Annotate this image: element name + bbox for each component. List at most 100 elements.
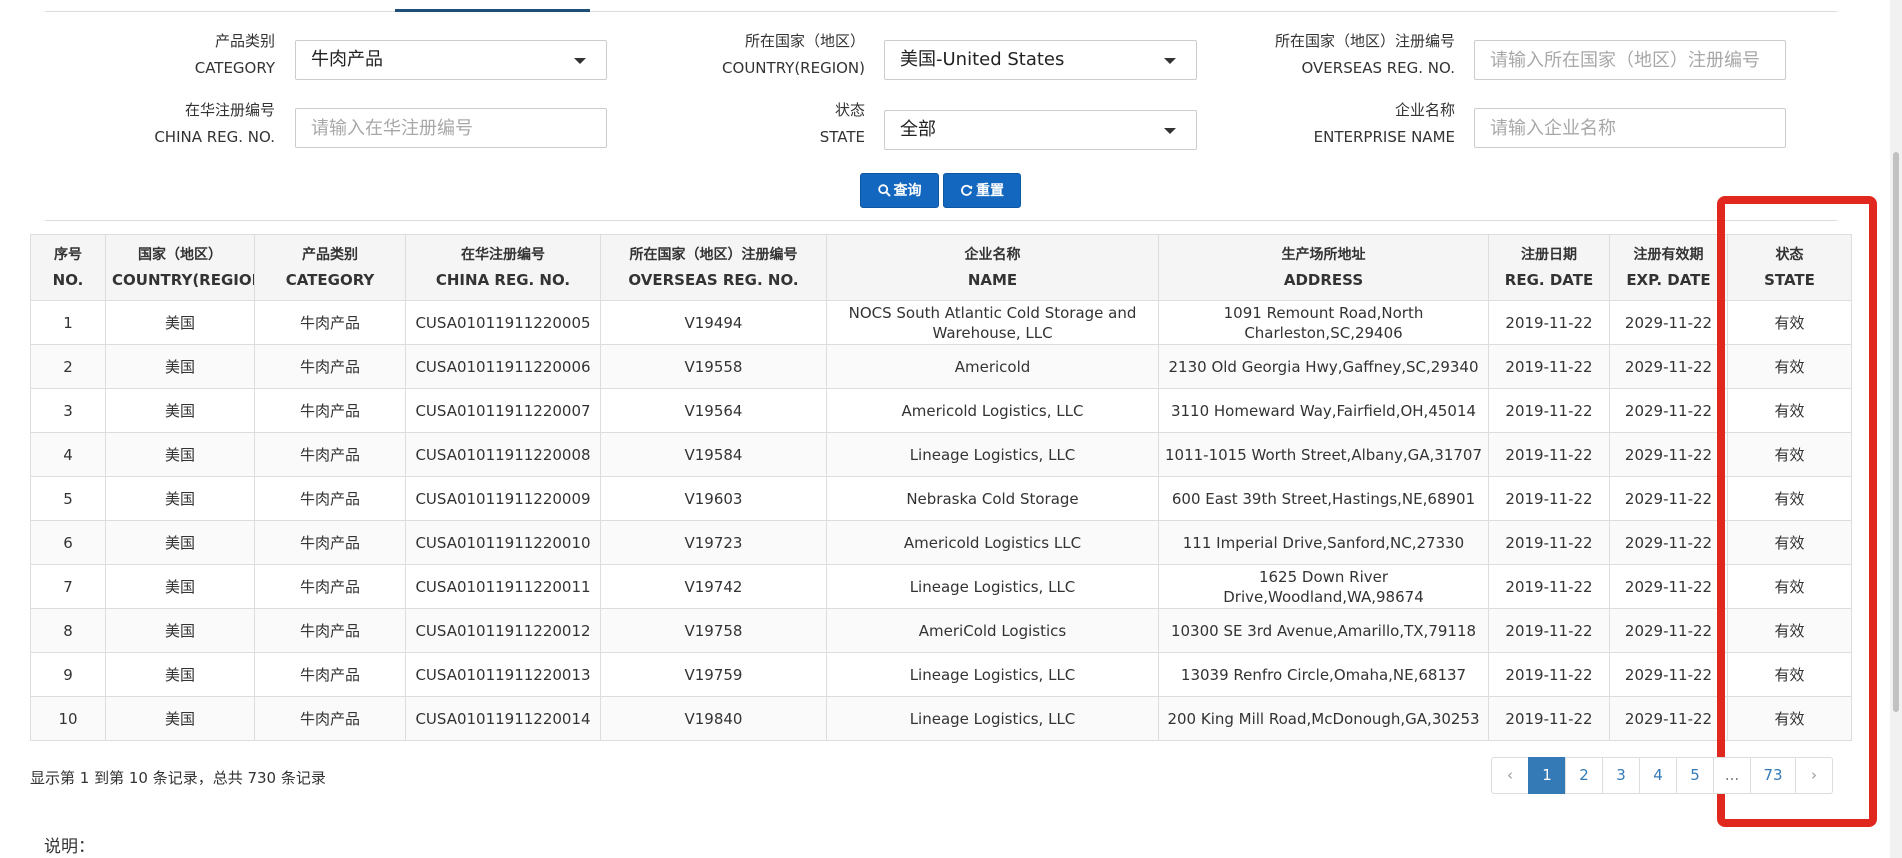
cell-overseas-reg: V19758 bbox=[600, 608, 827, 653]
table-row[interactable]: 5 美国 牛肉产品 CUSA01011911220009 V19603 Nebr… bbox=[30, 476, 1852, 521]
header-category[interactable]: 产品类别 CATEGORY bbox=[254, 234, 406, 301]
china-reg-label-en: CHINA REG. NO. bbox=[154, 128, 275, 146]
table-row[interactable]: 8 美国 牛肉产品 CUSA01011911220012 V19758 Amer… bbox=[30, 608, 1852, 653]
pager-prev-button[interactable]: ‹ bbox=[1491, 757, 1529, 794]
header-country[interactable]: 国家（地区） COUNTRY(REGION) bbox=[105, 234, 255, 301]
cell-reg-date: 2019-11-22 bbox=[1488, 344, 1610, 389]
cell-name: Nebraska Cold Storage bbox=[826, 476, 1159, 521]
header-overseas-reg-zh: 所在国家（地区）注册编号 bbox=[629, 246, 798, 263]
enterprise-input[interactable] bbox=[1474, 108, 1786, 148]
cell-country: 美国 bbox=[105, 696, 255, 741]
cell-no: 5 bbox=[30, 476, 106, 521]
cell-category: 牛肉产品 bbox=[254, 520, 406, 565]
cell-state: 有效 bbox=[1727, 476, 1852, 521]
header-no-zh: 序号 bbox=[54, 246, 82, 263]
cell-address: 13039 Renfro Circle,Omaha,NE,68137 bbox=[1158, 652, 1489, 697]
header-state[interactable]: 状态 STATE bbox=[1727, 234, 1852, 301]
cell-reg-date: 2019-11-22 bbox=[1488, 432, 1610, 477]
cell-address: 1011-1015 Worth Street,Albany,GA,31707 bbox=[1158, 432, 1489, 477]
pager-page-last[interactable]: 73 bbox=[1750, 757, 1796, 794]
cell-country: 美国 bbox=[105, 608, 255, 653]
pager-page-5[interactable]: 5 bbox=[1676, 757, 1714, 794]
china-reg-input[interactable] bbox=[295, 108, 607, 148]
header-country-zh: 国家（地区） bbox=[138, 246, 222, 263]
header-reg-date[interactable]: 注册日期 REG. DATE bbox=[1488, 234, 1610, 301]
country-label-en: COUNTRY(REGION) bbox=[722, 59, 865, 77]
cell-no: 3 bbox=[30, 388, 106, 433]
pager-next-button[interactable]: › bbox=[1795, 757, 1833, 794]
pager-page-4[interactable]: 4 bbox=[1639, 757, 1677, 794]
cell-china-reg: CUSA01011911220009 bbox=[405, 476, 601, 521]
header-state-zh: 状态 bbox=[1775, 246, 1804, 263]
category-select[interactable]: 牛肉产品 bbox=[295, 40, 607, 80]
cell-state: 有效 bbox=[1727, 564, 1852, 609]
cell-address: 10300 SE 3rd Avenue,Amarillo,TX,79118 bbox=[1158, 608, 1489, 653]
state-label: 状态 STATE bbox=[820, 97, 865, 151]
search-icon bbox=[877, 184, 891, 197]
header-address[interactable]: 生产场所地址 ADDRESS bbox=[1158, 234, 1489, 301]
category-select-value: 牛肉产品 bbox=[311, 49, 383, 70]
cell-country: 美国 bbox=[105, 476, 255, 521]
pager-page-2[interactable]: 2 bbox=[1565, 757, 1603, 794]
cell-country: 美国 bbox=[105, 564, 255, 609]
table-row[interactable]: 4 美国 牛肉产品 CUSA01011911220008 V19584 Line… bbox=[30, 432, 1852, 477]
caret-down-icon bbox=[1164, 58, 1176, 64]
header-name[interactable]: 企业名称 NAME bbox=[826, 234, 1159, 301]
query-button[interactable]: 查询 bbox=[860, 173, 939, 208]
header-exp-date-zh: 注册有效期 bbox=[1633, 246, 1704, 263]
overseas-reg-input[interactable] bbox=[1474, 40, 1786, 80]
caret-down-icon bbox=[574, 58, 586, 64]
table-row[interactable]: 10 美国 牛肉产品 CUSA01011911220014 V19840 Lin… bbox=[30, 696, 1852, 741]
cell-reg-date: 2019-11-22 bbox=[1488, 520, 1610, 565]
cell-exp-date: 2029-11-22 bbox=[1609, 432, 1728, 477]
cell-name: Lineage Logistics, LLC bbox=[826, 652, 1159, 697]
cell-name: Lineage Logistics, LLC bbox=[826, 696, 1159, 741]
state-select[interactable]: 全部 bbox=[884, 110, 1197, 150]
cell-reg-date: 2019-11-22 bbox=[1488, 564, 1610, 609]
header-china-reg-en: CHINA REG. NO. bbox=[435, 270, 571, 289]
notes-title: 说明： bbox=[44, 837, 95, 857]
reset-button[interactable]: 重置 bbox=[943, 173, 1021, 208]
cell-state: 有效 bbox=[1727, 520, 1852, 565]
cell-state: 有效 bbox=[1727, 696, 1852, 741]
header-exp-date-en: EXP. DATE bbox=[1626, 270, 1711, 289]
state-label-en: STATE bbox=[819, 128, 865, 146]
header-address-en: ADDRESS bbox=[1283, 270, 1364, 289]
cell-state: 有效 bbox=[1727, 300, 1852, 345]
pager-page-3[interactable]: 3 bbox=[1602, 757, 1640, 794]
table-row[interactable]: 2 美国 牛肉产品 CUSA01011911220006 V19558 Amer… bbox=[30, 344, 1852, 389]
overseas-reg-label-zh: 所在国家（地区）注册编号 bbox=[1274, 32, 1455, 50]
query-button-label: 查询 bbox=[893, 183, 922, 199]
overseas-reg-label: 所在国家（地区）注册编号 OVERSEAS REG. NO. bbox=[1275, 28, 1455, 82]
table-row[interactable]: 7 美国 牛肉产品 CUSA01011911220011 V19742 Line… bbox=[30, 564, 1852, 609]
header-overseas-reg[interactable]: 所在国家（地区）注册编号 OVERSEAS REG. NO. bbox=[600, 234, 827, 301]
cell-country: 美国 bbox=[105, 344, 255, 389]
vertical-scrollbar[interactable] bbox=[1890, 0, 1902, 858]
cell-china-reg: CUSA01011911220011 bbox=[405, 564, 601, 609]
cell-address: 111 Imperial Drive,Sanford,NC,27330 bbox=[1158, 520, 1489, 565]
cell-china-reg: CUSA01011911220010 bbox=[405, 520, 601, 565]
cell-no: 10 bbox=[30, 696, 106, 741]
cell-state: 有效 bbox=[1727, 344, 1852, 389]
cell-exp-date: 2029-11-22 bbox=[1609, 696, 1728, 741]
table-row[interactable]: 3 美国 牛肉产品 CUSA01011911220007 V19564 Amer… bbox=[30, 388, 1852, 433]
table-row[interactable]: 9 美国 牛肉产品 CUSA01011911220013 V19759 Line… bbox=[30, 652, 1852, 697]
cell-china-reg: CUSA01011911220013 bbox=[405, 652, 601, 697]
header-no[interactable]: 序号 NO. bbox=[30, 234, 106, 301]
header-exp-date[interactable]: 注册有效期 EXP. DATE bbox=[1609, 234, 1728, 301]
scrollbar-thumb[interactable] bbox=[1893, 152, 1899, 712]
cell-country: 美国 bbox=[105, 652, 255, 697]
enterprise-label-zh: 企业名称 bbox=[1394, 101, 1455, 119]
header-china-reg[interactable]: 在华注册编号 CHINA REG. NO. bbox=[405, 234, 601, 301]
cell-no: 2 bbox=[30, 344, 106, 389]
record-summary: 显示第 1 到第 10 条记录，总共 730 条记录 bbox=[30, 769, 326, 787]
header-reg-date-zh: 注册日期 bbox=[1521, 246, 1577, 263]
cell-state: 有效 bbox=[1727, 432, 1852, 477]
table-row[interactable]: 1 美国 牛肉产品 CUSA01011911220005 V19494 NOCS… bbox=[30, 300, 1852, 345]
pager-page-1[interactable]: 1 bbox=[1528, 757, 1566, 794]
table-row[interactable]: 6 美国 牛肉产品 CUSA01011911220010 V19723 Amer… bbox=[30, 520, 1852, 565]
table-body: 1 美国 牛肉产品 CUSA01011911220005 V19494 NOCS… bbox=[30, 300, 1852, 741]
cell-address: 1625 Down River Drive,Woodland,WA,98674 bbox=[1158, 564, 1489, 609]
cell-no: 7 bbox=[30, 564, 106, 609]
country-select[interactable]: 美国-United States bbox=[884, 40, 1197, 80]
